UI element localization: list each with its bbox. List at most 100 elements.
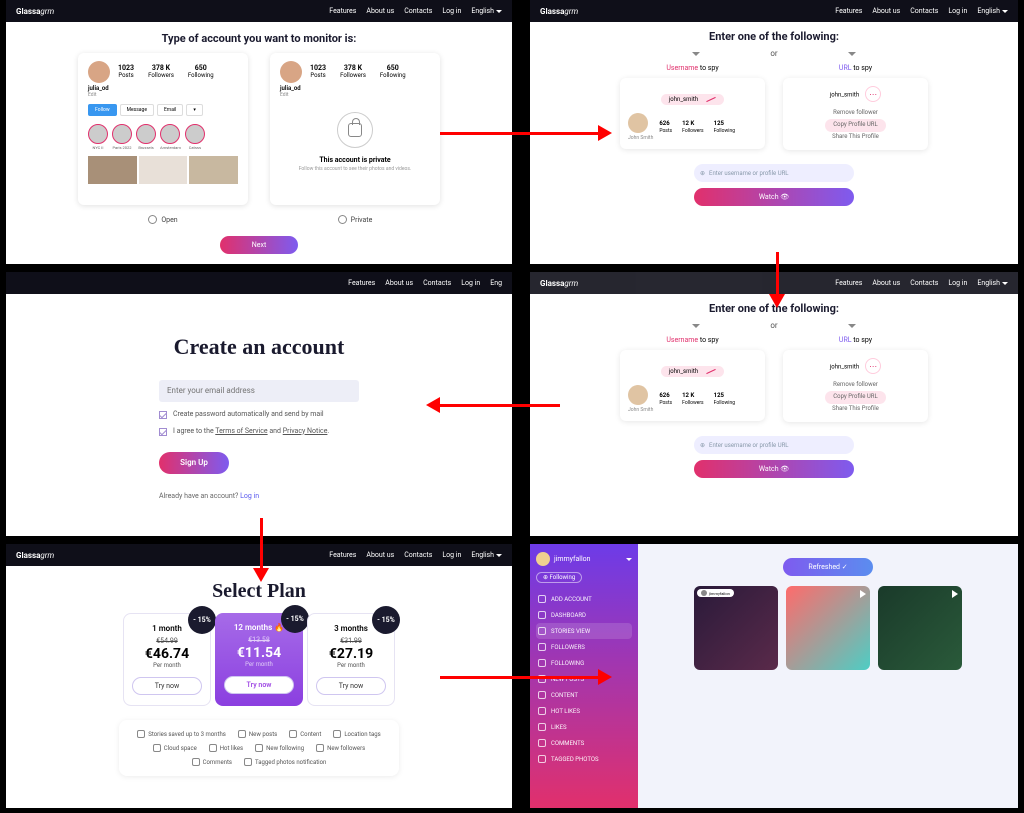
- copy-url-link[interactable]: Copy Profile URL: [825, 391, 885, 404]
- step-account-type: Glassagrm Features About us Contacts Log…: [6, 0, 512, 264]
- chevron-down-icon: [692, 52, 700, 56]
- refresh-button[interactable]: Refreshed ✓: [783, 558, 873, 576]
- story-highlight[interactable]: [112, 124, 132, 144]
- plus-icon: [538, 595, 546, 603]
- private-account-card[interactable]: 1023Posts 378 KFollowers 650Following ju…: [270, 53, 440, 205]
- checkbox-terms[interactable]: I agree to the Terms of Service and Priv…: [159, 427, 359, 436]
- nav-features[interactable]: Features: [348, 279, 375, 287]
- page-title: Create an account: [6, 334, 512, 360]
- nav-contacts[interactable]: Contacts: [404, 551, 432, 559]
- story-highlight[interactable]: [185, 124, 205, 144]
- username-card: john_smith John Smith 626Posts 12 KFollo…: [620, 78, 765, 149]
- tag-icon: [538, 755, 546, 763]
- nav-login[interactable]: Log in: [948, 7, 967, 15]
- story-highlight[interactable]: [136, 124, 156, 144]
- follow-button[interactable]: Follow: [88, 104, 117, 116]
- story-highlight[interactable]: [88, 124, 108, 144]
- nav-features[interactable]: Features: [835, 7, 862, 15]
- nav-contacts[interactable]: Contacts: [910, 7, 938, 15]
- email-button[interactable]: Email: [157, 104, 183, 116]
- nav-login[interactable]: Log in: [442, 7, 461, 15]
- sidebar-item-hotlikes[interactable]: HOT LIKES: [536, 703, 632, 719]
- play-icon: [860, 590, 866, 598]
- post-card[interactable]: [878, 586, 962, 670]
- sidebar-item-likes[interactable]: LIKES: [536, 719, 632, 735]
- nav-language[interactable]: English: [977, 7, 1008, 15]
- story-highlight[interactable]: [160, 124, 180, 144]
- plan-1month[interactable]: - 15% 1 month €54.99 €46.74 Per month Tr…: [123, 613, 211, 706]
- fire-icon: [538, 707, 546, 715]
- nav-login[interactable]: Log in: [461, 279, 480, 287]
- chevron-down-icon: [848, 52, 856, 56]
- username-card: john_smith John Smith 626Posts 12 KFollo…: [620, 350, 765, 421]
- sidebar-item-content[interactable]: CONTENT: [536, 687, 632, 703]
- nav-contacts[interactable]: Contacts: [423, 279, 451, 287]
- page-title: Select Plan: [6, 580, 512, 603]
- radio-private[interactable]: Private: [338, 215, 373, 224]
- watch-button[interactable]: Watch 👁: [694, 188, 854, 206]
- signup-button[interactable]: Sign Up: [159, 452, 229, 474]
- post-card[interactable]: [786, 586, 870, 670]
- profile-input[interactable]: ⊕Enter username or profile URL: [694, 164, 854, 182]
- more-button[interactable]: ▾: [186, 104, 203, 116]
- sidebar-user[interactable]: jimmyfallon: [536, 552, 632, 566]
- nav-about[interactable]: About us: [385, 279, 413, 287]
- share-link[interactable]: Share This Profile: [791, 132, 920, 143]
- profile-input[interactable]: ⊕Enter username or profile URL: [694, 436, 854, 454]
- nav-login[interactable]: Log in: [442, 551, 461, 559]
- grid-icon: [538, 611, 546, 619]
- logo: Glassagrm: [540, 279, 578, 288]
- feature-icon: [333, 730, 341, 738]
- nav-features[interactable]: Features: [329, 7, 356, 15]
- url-card: john_smith⋯ Remove follower Copy Profile…: [783, 350, 928, 422]
- sidebar-item-add[interactable]: ADD ACCOUNT: [536, 591, 632, 607]
- nav-contacts[interactable]: Contacts: [404, 7, 432, 15]
- logo: Glassagrm: [16, 7, 54, 16]
- navbar: Glassagrm Features About us Contacts Log…: [6, 544, 512, 566]
- watch-button[interactable]: Watch 👁: [694, 460, 854, 478]
- navbar: Features About us Contacts Log in Eng: [6, 272, 512, 294]
- nav-features[interactable]: Features: [329, 551, 356, 559]
- nav-features[interactable]: Features: [835, 279, 862, 287]
- try-button[interactable]: Try now: [224, 676, 294, 694]
- more-icon[interactable]: ⋯: [865, 358, 881, 374]
- checkbox-autopass[interactable]: Create password automatically and send b…: [159, 410, 359, 419]
- post-card[interactable]: jimmyfallon: [694, 586, 778, 670]
- try-button[interactable]: Try now: [316, 677, 386, 695]
- sidebar-item-tagged[interactable]: TAGGED PHOTOS: [536, 751, 632, 767]
- nav-language[interactable]: Eng: [490, 279, 502, 287]
- sidebar-item-newposts[interactable]: NEW POSTS: [536, 671, 632, 687]
- nav-language[interactable]: English: [977, 279, 1008, 287]
- try-button[interactable]: Try now: [132, 677, 202, 695]
- nav-about[interactable]: About us: [366, 551, 394, 559]
- sidebar-item-followers[interactable]: FOLLOWERS: [536, 639, 632, 655]
- nav-login[interactable]: Log in: [948, 279, 967, 287]
- remove-follower-link[interactable]: Remove follower: [791, 108, 920, 119]
- message-button[interactable]: Message: [120, 104, 154, 116]
- login-link[interactable]: Log in: [240, 492, 259, 500]
- avatar: [280, 61, 302, 83]
- more-icon[interactable]: ⋯: [865, 86, 881, 102]
- open-account-card[interactable]: 1023Posts 378 KFollowers 650Following ju…: [78, 53, 248, 205]
- share-link[interactable]: Share This Profile: [791, 404, 920, 415]
- sidebar-item-dashboard[interactable]: DASHBOARD: [536, 607, 632, 623]
- radio-open[interactable]: Open: [148, 215, 177, 224]
- feature-icon: [153, 744, 161, 752]
- sidebar-item-stories[interactable]: STORIES VIEW: [536, 623, 632, 639]
- nav-about[interactable]: About us: [872, 279, 900, 287]
- plan-3months[interactable]: - 15% 3 months €31.99 €27.19 Per month T…: [307, 613, 395, 706]
- next-button[interactable]: Next: [220, 236, 298, 254]
- sidebar-item-comments[interactable]: COMMENTS: [536, 735, 632, 751]
- nav-about[interactable]: About us: [366, 7, 394, 15]
- email-field[interactable]: [159, 380, 359, 402]
- or-divider: or: [530, 321, 1018, 330]
- copy-url-link[interactable]: Copy Profile URL: [825, 119, 885, 132]
- avatar: [536, 552, 550, 566]
- nav-about[interactable]: About us: [872, 7, 900, 15]
- nav-language[interactable]: English: [471, 551, 502, 559]
- nav-contacts[interactable]: Contacts: [910, 279, 938, 287]
- nav-language[interactable]: English: [471, 7, 502, 15]
- remove-follower-link[interactable]: Remove follower: [791, 380, 920, 391]
- sidebar-item-following[interactable]: FOLLOWING: [536, 655, 632, 671]
- plan-12months[interactable]: - 15% 12 months 🔥 €13.58 €11.54 Per mont…: [215, 613, 303, 706]
